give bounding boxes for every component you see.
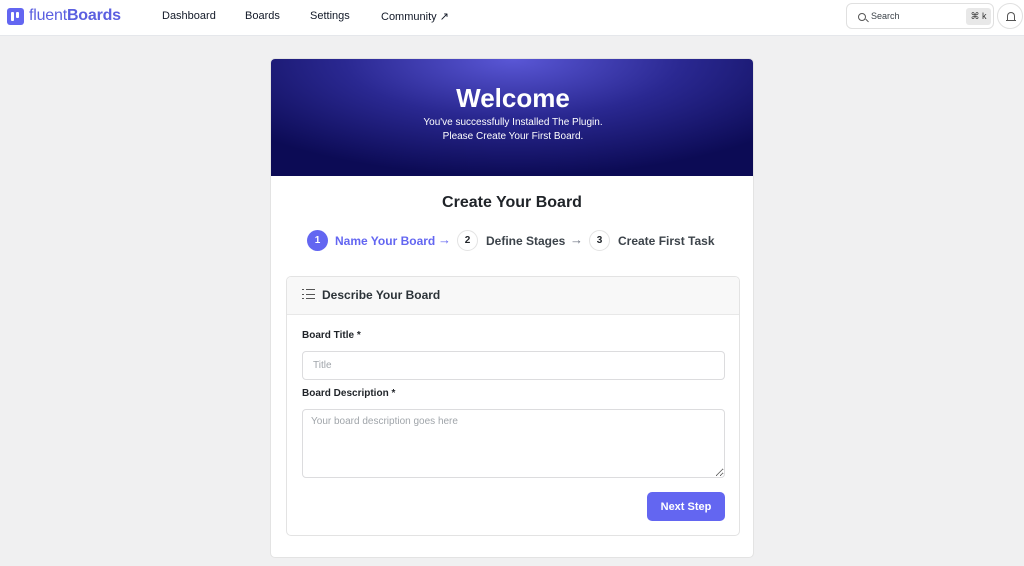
- onboarding-card: Welcome You've successfully Installed Th…: [270, 58, 754, 558]
- board-title-input[interactable]: [302, 351, 725, 380]
- panel-title: Describe Your Board: [322, 288, 441, 302]
- describe-board-panel: Describe Your Board Board Title * Board …: [286, 276, 740, 536]
- step-2-number: 2: [457, 230, 478, 251]
- nav-dashboard[interactable]: Dashboard: [162, 10, 216, 22]
- nav-community[interactable]: Community ↗: [381, 10, 449, 23]
- step-1-label: Name Your Board: [335, 234, 436, 248]
- welcome-title: Welcome: [456, 83, 570, 113]
- welcome-banner: Welcome You've successfully Installed Th…: [271, 59, 753, 176]
- board-title-label: Board Title *: [302, 330, 361, 341]
- list-icon: [302, 289, 315, 300]
- wizard-steps: 1 Name Your Board → 2 Define Stages → 3 …: [271, 230, 753, 252]
- step-3-label: Create First Task: [618, 234, 715, 248]
- nav-settings[interactable]: Settings: [310, 10, 350, 22]
- welcome-message-line2: Please Create Your First Board.: [442, 131, 584, 142]
- search-icon: [858, 13, 866, 21]
- logo[interactable]: fluentBoards: [7, 6, 121, 26]
- step-arrow-icon: →: [570, 232, 583, 247]
- welcome-message-line1: You've successfully Installed The Plugin…: [423, 117, 603, 128]
- search-label: Search: [871, 11, 900, 21]
- nav-boards[interactable]: Boards: [245, 10, 280, 22]
- notifications-button[interactable]: [997, 3, 1023, 29]
- step-2-label: Define Stages: [486, 234, 566, 248]
- step-3-number: 3: [589, 230, 610, 251]
- panel-header: Describe Your Board: [287, 277, 739, 315]
- board-description-textarea[interactable]: [302, 409, 725, 478]
- logo-text: fluentBoards: [29, 7, 121, 24]
- top-bar: fluentBoards Dashboard Boards Settings C…: [0, 0, 1024, 36]
- next-step-button[interactable]: Next Step: [647, 492, 725, 521]
- bell-icon: [1006, 12, 1016, 22]
- logo-icon: [7, 7, 24, 25]
- step-1-number: 1: [307, 230, 328, 251]
- search-button[interactable]: Search ⌘ k: [846, 3, 994, 29]
- step-arrow-icon: →: [438, 232, 451, 247]
- wizard-title: Create Your Board: [442, 194, 582, 211]
- board-description-label: Board Description *: [302, 388, 396, 399]
- search-shortcut: ⌘ k: [966, 8, 991, 25]
